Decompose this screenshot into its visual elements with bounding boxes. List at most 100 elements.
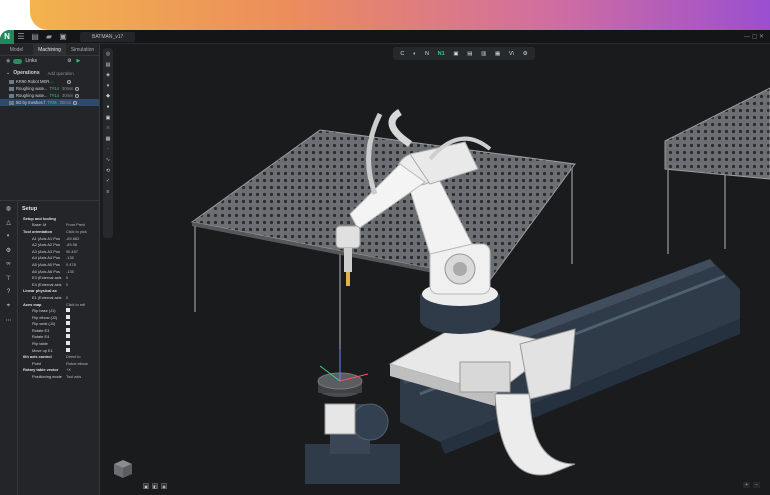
curve-icon[interactable]: ∿ xyxy=(106,157,110,164)
window-controls[interactable]: — ▢ ✕ xyxy=(744,33,764,40)
fit-icon[interactable]: ▣ xyxy=(143,483,149,489)
layers-icon[interactable]: ▤ xyxy=(106,62,111,69)
link-icon[interactable]: ∞ xyxy=(6,261,10,269)
save-icon[interactable]: ▣ xyxy=(56,30,70,44)
list-item[interactable]: KR90 Robot MER... xyxy=(0,78,99,85)
zoom-controls: + − xyxy=(743,482,760,488)
table-row[interactable]: Base: M From Previ xyxy=(18,222,100,229)
open-folder-icon[interactable]: ▰ xyxy=(42,30,56,44)
status-icon xyxy=(73,100,78,105)
eye-icon[interactable]: ◉ xyxy=(6,58,10,64)
grid-icon[interactable]: ▦ xyxy=(106,136,111,143)
zoom-out-icon[interactable]: − xyxy=(753,482,760,488)
checkbox[interactable] xyxy=(66,308,70,313)
linear-physical-group[interactable]: Linear physical ax xyxy=(18,288,100,295)
help-icon[interactable]: ? xyxy=(7,289,10,297)
table-row[interactable]: A2 (Axis A2 Pos -89.98 xyxy=(18,241,100,248)
check-icon[interactable]: ✓ xyxy=(106,178,110,185)
collapse-icon[interactable]: ⌄ xyxy=(6,70,10,76)
tool-icon[interactable]: ▾ xyxy=(107,83,110,90)
document-title[interactable]: BATMAN_v17 xyxy=(80,31,136,42)
table-row[interactable]: Rotate E3 xyxy=(18,327,100,334)
table-row[interactable]: Flip table xyxy=(18,340,100,347)
table-row[interactable]: Flip wrist (J4) xyxy=(18,321,100,328)
checkbox[interactable] xyxy=(66,321,70,326)
table-row[interactable]: E3 (External axis 0 xyxy=(18,274,100,281)
list-item[interactable]: 5D by meshes f T#26 30min xyxy=(0,99,99,106)
list-item[interactable]: Roughing wate... T#14 30min xyxy=(0,92,99,99)
toolbar-item[interactable]: V\ xyxy=(509,51,514,57)
toolbar-item[interactable]: N xyxy=(425,51,429,57)
links-toggle[interactable] xyxy=(13,58,23,64)
table-row[interactable]: Rotate E4 xyxy=(18,334,100,341)
toolbar-item[interactable]: N1 xyxy=(438,51,445,57)
gear-icon[interactable]: ⚙ xyxy=(67,58,71,64)
add-operation-button[interactable]: Add operation xyxy=(48,71,74,76)
ortho-icon[interactable]: ◧ xyxy=(152,483,158,489)
table-row[interactable]: Positioning mode Tool axis xyxy=(18,373,100,380)
render-icon[interactable]: ◉ xyxy=(161,483,167,489)
tab-model[interactable]: Model xyxy=(0,44,33,55)
checkbox[interactable] xyxy=(66,347,70,352)
checkbox[interactable] xyxy=(66,341,70,346)
table-row[interactable]: Move up E1 xyxy=(18,347,100,354)
toolbar-item[interactable]: ▤ xyxy=(467,51,472,57)
stack-icon[interactable]: ≡ xyxy=(107,189,110,196)
gear-icon[interactable]: ⚙ xyxy=(6,247,11,255)
view-cube[interactable] xyxy=(112,458,134,480)
table-row[interactable]: Flip base (J1) xyxy=(18,307,100,314)
checkbox[interactable] xyxy=(66,327,70,332)
cube-icon[interactable]: ◈ xyxy=(106,72,110,79)
tab-machining[interactable]: Machining xyxy=(33,44,66,55)
bulb-icon[interactable]: ● xyxy=(106,104,109,111)
toolbar-item[interactable]: C xyxy=(400,51,404,57)
toolbar-item[interactable]: ▥ xyxy=(481,51,486,57)
operations-title: Operations xyxy=(13,70,40,76)
checkbox[interactable] xyxy=(66,314,70,319)
tool-orientation-row[interactable]: Tool orientation Click to pick xyxy=(18,228,100,235)
app-window: N ☰ ▤ ▰ ▣ BATMAN_v17 — ▢ ✕ Model Machini… xyxy=(0,30,770,495)
tool-icon[interactable]: ⊤ xyxy=(6,275,11,283)
magnet-icon[interactable]: ∩ xyxy=(106,125,110,132)
toolbar-item[interactable]: ▦ xyxy=(495,51,500,57)
new-file-icon[interactable]: ▤ xyxy=(28,30,42,44)
toolbar-item[interactable]: ◐ xyxy=(413,51,416,57)
disc-icon[interactable]: ◐ xyxy=(7,233,11,241)
list-item[interactable]: Roughing wate... T#14 30min xyxy=(0,85,99,92)
menu-icon[interactable]: ☰ xyxy=(14,30,28,44)
table-row[interactable]: E1 (External axis 0 xyxy=(18,294,100,301)
operation-icon xyxy=(9,93,14,98)
bottom-bar: ▣ ◧ ◉ xyxy=(143,483,167,489)
tab-simulation[interactable]: Simulation xyxy=(66,44,99,55)
3d-viewport[interactable] xyxy=(100,44,770,495)
drop-icon[interactable]: ◆ xyxy=(106,93,110,100)
globe-icon[interactable]: ◍ xyxy=(6,205,11,213)
checkbox[interactable] xyxy=(66,334,70,339)
triangle-icon[interactable]: △ xyxy=(6,219,11,227)
table-row[interactable]: A1 (Axis A1 Pos -89.683 xyxy=(18,235,100,242)
table-row[interactable]: A5 (Axis A5 Pos 0.478 xyxy=(18,261,100,268)
table-row[interactable]: A6 (Axis A6 Pos -135 xyxy=(18,268,100,275)
setup-group[interactable]: Setup and tooling xyxy=(18,215,100,222)
title-bar: N ☰ ▤ ▰ ▣ BATMAN_v17 — ▢ ✕ xyxy=(0,30,770,44)
table-row[interactable]: E4 (External axis 0 xyxy=(18,281,100,288)
toolbar-item[interactable]: ▣ xyxy=(453,51,458,57)
table-row[interactable]: Point Robot elbow xyxy=(18,360,100,367)
pin-icon[interactable]: ⌖ xyxy=(7,303,10,311)
axes-map-group[interactable]: Axes map Click to edi xyxy=(18,301,100,308)
toolbar-item[interactable]: ⚙ xyxy=(523,51,528,57)
sixth-axis-group[interactable]: 6th axis control Direct to xyxy=(18,353,100,360)
path-icon[interactable]: ⟲ xyxy=(106,168,110,175)
table-row[interactable]: Flip elbow (J2) xyxy=(18,314,100,321)
lock-icon[interactable]: ▣ xyxy=(106,115,111,122)
table-row[interactable]: A3 (Axis A3 Pos 90.457 xyxy=(18,248,100,255)
more-icon[interactable]: ⋯ xyxy=(6,317,12,325)
play-icon[interactable]: ▶ xyxy=(77,58,81,64)
robot-cell-scene xyxy=(190,87,770,484)
camera-icon[interactable]: ◎ xyxy=(106,51,110,58)
table-row[interactable]: A4 (Axis A4 Pos -135 xyxy=(18,255,100,262)
rotary-table-row[interactable]: Rotary table vector +X xyxy=(18,367,100,374)
zoom-in-icon[interactable]: + xyxy=(743,482,751,488)
point-icon[interactable]: · xyxy=(107,146,109,153)
operation-icon xyxy=(9,100,14,105)
